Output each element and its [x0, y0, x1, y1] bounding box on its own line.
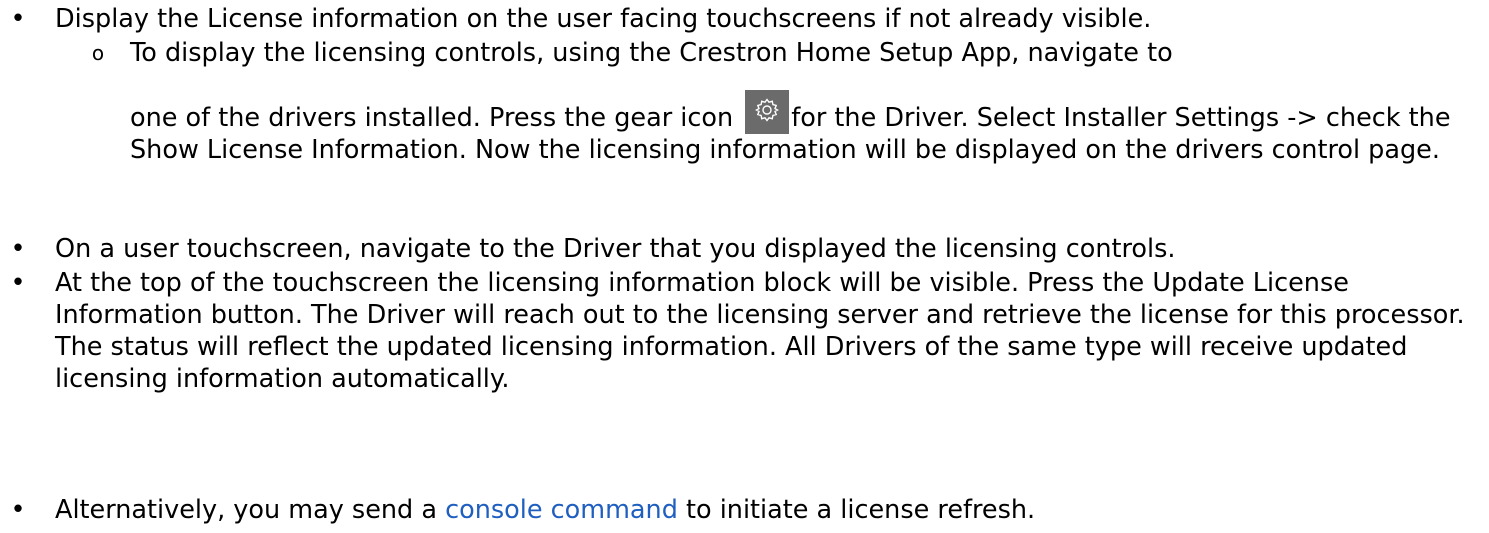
bullet-marker: • — [10, 495, 26, 525]
sub-bullet-before-icon: one of the drivers installed. Press the … — [130, 103, 734, 133]
document-page: • Display the License information on the… — [0, 0, 1489, 533]
gear-icon — [745, 90, 790, 134]
sub-bullet-body: one of the drivers installed. Press the … — [130, 90, 1470, 166]
bullet-marker: • — [10, 234, 26, 264]
sub-bullet-line1: To display the licensing controls, using… — [130, 38, 1173, 68]
sub-list-item: o To display the licensing controls, usi… — [92, 37, 1470, 166]
bullet-text: At the top of the touchscreen the licens… — [55, 268, 1465, 394]
bullet-marker: • — [10, 4, 26, 34]
console-command-link[interactable]: console command — [445, 495, 678, 525]
bullet-text-after: to initiate a license refresh. — [677, 495, 1036, 525]
list-item: • Display the License information on the… — [10, 3, 1475, 35]
circle-bullet-marker: o — [91, 41, 105, 65]
bullet-marker: • — [10, 268, 26, 298]
bullet-text: On a user touchscreen, navigate to the D… — [55, 234, 1176, 264]
bullet-text-before: Alternatively, you may send a — [55, 495, 446, 525]
list-item: • Alternatively, you may send a console … — [10, 494, 1475, 526]
bullet-text: Display the License information on the u… — [55, 4, 1152, 34]
list-item: • At the top of the touchscreen the lice… — [10, 267, 1475, 395]
list-item: • On a user touchscreen, navigate to the… — [10, 233, 1475, 265]
